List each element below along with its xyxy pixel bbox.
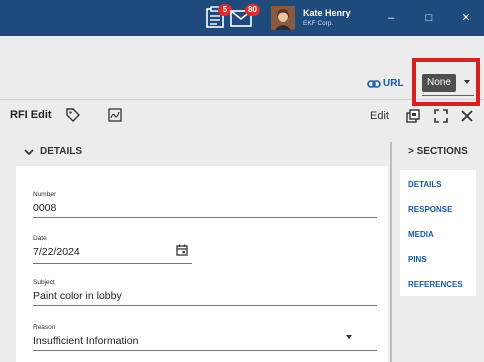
number-label: Number	[33, 191, 57, 198]
maximize-button[interactable]: □	[421, 10, 437, 26]
mail-badge: 80	[245, 4, 260, 16]
subject-label: Subject	[33, 279, 55, 286]
page-title: RFI Edit	[10, 109, 52, 121]
reason-label: Reason	[33, 324, 56, 331]
reason-select[interactable]: Insufficient Information	[33, 335, 138, 347]
minimize-button[interactable]: –	[383, 10, 399, 26]
date-underline	[33, 263, 192, 264]
user-company: EKF Corp.	[303, 20, 334, 27]
details-heading: DETAILS	[40, 146, 83, 157]
close-icon[interactable]	[460, 109, 474, 128]
details-section-toggle[interactable]: DETAILS	[24, 146, 82, 157]
number-underline	[33, 217, 377, 218]
sign-icon[interactable]	[108, 108, 122, 127]
reason-underline	[33, 350, 377, 351]
mail-button[interactable]: 80	[230, 4, 260, 30]
close-window-button[interactable]: ✕	[458, 10, 474, 26]
url-label: URL	[383, 78, 404, 89]
subject-underline	[33, 305, 377, 306]
section-link-media[interactable]: MEDIA	[408, 230, 434, 239]
number-field[interactable]: 0008	[33, 202, 56, 214]
avatar[interactable]	[271, 6, 295, 30]
tag-icon[interactable]	[66, 108, 80, 127]
section-link-details[interactable]: DETAILS	[408, 180, 442, 189]
title-bar: 5 80 Kate Henry EKF Corp. – □ ✕	[0, 0, 484, 36]
reason-dropdown-icon[interactable]	[346, 335, 352, 339]
section-link-response[interactable]: RESPONSE	[408, 205, 452, 214]
user-name: Kate Henry	[303, 8, 351, 18]
tasks-button[interactable]: 5	[206, 4, 232, 30]
date-label: Date	[33, 235, 47, 242]
highlight-box	[412, 58, 480, 106]
chevron-down-icon	[24, 148, 34, 155]
sections-toggle[interactable]: > SECTIONS	[408, 146, 468, 157]
expand-icon[interactable]	[434, 109, 448, 128]
section-link-references[interactable]: REFERENCES	[408, 280, 463, 289]
section-link-pins[interactable]: PINS	[408, 255, 427, 264]
export-icon[interactable]	[406, 109, 420, 128]
details-card	[16, 166, 388, 362]
edit-button[interactable]: Edit	[370, 110, 389, 122]
link-icon	[367, 79, 381, 88]
calendar-icon[interactable]	[176, 243, 188, 261]
url-link[interactable]: URL	[367, 78, 404, 89]
date-field[interactable]: 7/22/2024	[33, 246, 80, 258]
scrollbar[interactable]	[390, 142, 392, 362]
subject-field[interactable]: Paint color in lobby	[33, 290, 122, 302]
